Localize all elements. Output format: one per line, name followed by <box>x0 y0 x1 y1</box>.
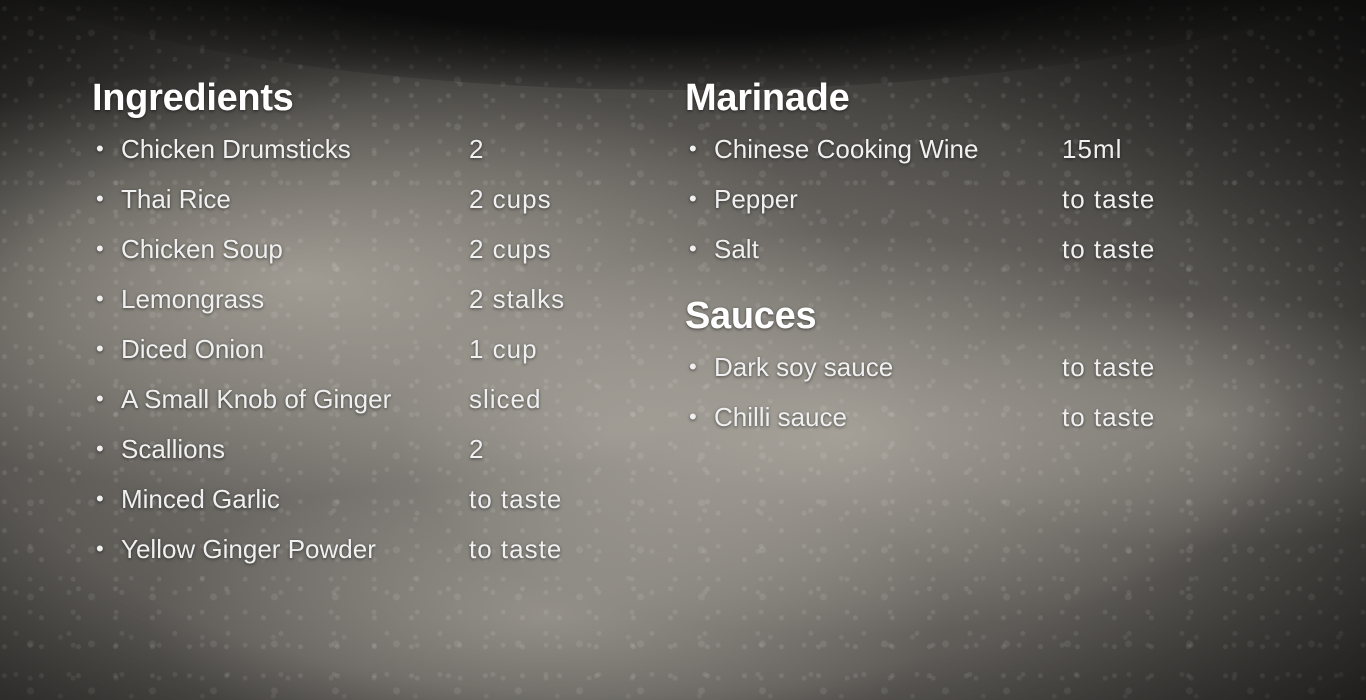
item-name: Chilli sauce <box>714 402 847 432</box>
bullet: • <box>689 236 697 261</box>
list-item: • Chicken Soup 2 cups <box>92 224 551 274</box>
list-item: • Lemongrass 2 stalks <box>92 274 564 324</box>
marinade-list: • Chinese Cooking Wine 15ml • Pepper to tast… <box>685 124 1154 274</box>
ingredients-list: • Chicken Drumsticks 2 • Thai Rice 2 cups • C… <box>92 124 564 574</box>
marinade-heading: Marinade <box>685 77 850 119</box>
bullet: • <box>689 354 697 379</box>
list-item: • Chicken Drumsticks 2 <box>92 124 483 174</box>
list-item: • Scallions 2 <box>92 424 483 474</box>
sauces-list: • Dark soy sauce to taste • Chilli sauce to … <box>685 342 1154 442</box>
item-name: Thai Rice <box>121 184 231 214</box>
item-quantity: 15ml <box>1062 134 1123 164</box>
item-name: Chicken Soup <box>121 234 283 264</box>
item-quantity: 2 cups <box>469 234 552 264</box>
item-name: Salt <box>714 234 759 264</box>
list-item: • Yellow Ginger Powder to taste <box>92 524 561 574</box>
item-quantity: to taste <box>469 534 563 564</box>
bullet: • <box>96 186 104 211</box>
item-name: Yellow Ginger Powder <box>121 534 376 564</box>
bullet: • <box>689 186 697 211</box>
item-quantity: 2 <box>469 434 485 464</box>
item-quantity: sliced <box>469 384 542 414</box>
item-name: Scallions <box>121 434 226 464</box>
list-item: • A Small Knob of Ginger sliced <box>92 374 540 424</box>
list-item: • Thai Rice 2 cups <box>92 174 551 224</box>
bullet: • <box>96 136 104 161</box>
list-item: • Chilli sauce to taste <box>685 392 1154 442</box>
bullet: • <box>96 486 104 511</box>
sauces-heading: Sauces <box>685 295 817 337</box>
item-quantity: to taste <box>1062 402 1156 432</box>
bullet: • <box>96 336 104 361</box>
bullet: • <box>96 436 104 461</box>
bullet: • <box>96 536 104 561</box>
item-name: Minced Garlic <box>121 484 280 514</box>
item-quantity: to taste <box>1062 184 1156 214</box>
list-item: • Diced Onion 1 cup <box>92 324 537 374</box>
list-item: • Minced Garlic to taste <box>92 474 561 524</box>
item-name: A Small Knob of Ginger <box>121 384 392 414</box>
recipe-card: Ingredients • Chicken Drumsticks 2 • Thai R… <box>0 0 1366 700</box>
item-name: Pepper <box>714 184 798 214</box>
bullet: • <box>96 286 104 311</box>
item-name: Diced Onion <box>121 334 265 364</box>
item-name: Chicken Drumsticks <box>121 134 351 164</box>
list-item: • Dark soy sauce to taste <box>685 342 1154 392</box>
item-quantity: to taste <box>469 484 563 514</box>
list-item: • Chinese Cooking Wine 15ml <box>685 124 1121 174</box>
item-quantity: 2 stalks <box>469 284 566 314</box>
item-quantity: to taste <box>1062 352 1156 382</box>
ingredients-section: Ingredients • Chicken Drumsticks 2 • Thai R… <box>92 74 564 574</box>
bullet: • <box>96 386 104 411</box>
item-quantity: 2 <box>469 134 485 164</box>
item-name: Dark soy sauce <box>714 352 894 382</box>
item-quantity: 2 cups <box>469 184 552 214</box>
bullet: • <box>689 404 697 429</box>
item-quantity: to taste <box>1062 234 1156 264</box>
item-name: Chinese Cooking Wine <box>714 134 979 164</box>
list-item: • Salt to taste <box>685 224 1154 274</box>
ingredients-heading: Ingredients <box>92 77 294 119</box>
bullet: • <box>689 136 697 161</box>
item-quantity: 1 cup <box>469 334 538 364</box>
list-item: • Pepper to taste <box>685 174 1154 224</box>
bullet: • <box>96 236 104 261</box>
marinade-sauces-section: Marinade • Chinese Cooking Wine 15ml • Pepp… <box>685 74 1154 442</box>
item-name: Lemongrass <box>121 284 265 314</box>
